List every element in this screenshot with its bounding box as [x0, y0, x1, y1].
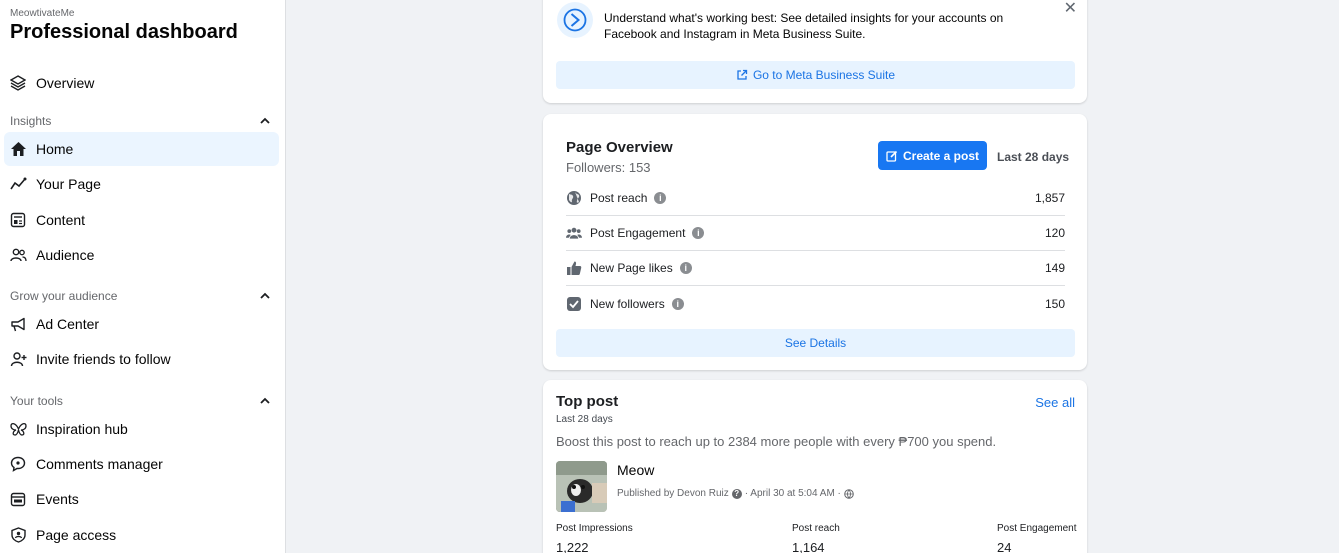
edit-icon [886, 150, 898, 162]
sidebar-item-label: Page access [36, 527, 117, 543]
butterfly-icon [9, 420, 27, 438]
section-insights: Insights [10, 114, 52, 128]
add-person-icon [9, 350, 27, 368]
sidebar-item-label: Ad Center [36, 316, 100, 332]
create-post-button[interactable]: Create a post [878, 141, 987, 170]
sidebar-item-label: Your Page [36, 176, 101, 192]
sidebar-item-label: Audience [36, 247, 95, 263]
button-label: Go to Meta Business Suite [752, 68, 896, 82]
stat-value: 1,164 [792, 540, 825, 553]
metric-post-engagement: Post Engagement i 120 [566, 216, 1065, 251]
globe-icon [844, 488, 854, 499]
post-title[interactable]: Meow [617, 462, 654, 478]
post-meta: Published by Devon Ruiz ? · April 30 at … [617, 488, 854, 499]
sidebar-item-ad-center[interactable]: Ad Center [4, 307, 279, 341]
button-label: Create a post [902, 148, 980, 163]
page-overview-card: Page Overview Followers: 153 Create a po… [543, 114, 1087, 370]
people-icon [566, 225, 582, 241]
see-details-button[interactable]: See Details [556, 329, 1075, 357]
sidebar-item-events[interactable]: Events [4, 482, 279, 516]
metric-value: 1,857 [1034, 191, 1065, 205]
section-grow: Grow your audience [10, 289, 118, 303]
sidebar: MeowtivateMe Professional dashboard Over… [0, 0, 286, 553]
date-range: Last 28 days [997, 150, 1070, 164]
see-all-link[interactable]: See all [1035, 395, 1075, 410]
stat-value: 24 [997, 540, 1012, 553]
sidebar-item-label: Invite friends to follow [36, 351, 171, 367]
thumbs-up-icon [566, 260, 582, 276]
sidebar-item-label: Inspiration hub [36, 421, 128, 437]
info-icon[interactable]: i [671, 297, 684, 310]
sidebar-item-label: Events [36, 491, 79, 507]
followers-count: Followers: 153 [566, 160, 651, 175]
sidebar-item-inspiration-hub[interactable]: Inspiration hub [4, 412, 279, 446]
go-to-business-suite-button[interactable]: Go to Meta Business Suite [556, 61, 1075, 89]
info-icon[interactable]: i [654, 192, 667, 204]
sidebar-item-label: Comments manager [36, 456, 163, 472]
metric-label: New Page likes [590, 261, 673, 275]
shield-icon [9, 526, 27, 544]
close-icon[interactable]: ✕ [1064, 0, 1077, 18]
business-suite-banner: Understand what's working best: See deta… [543, 0, 1087, 103]
sidebar-item-your-page[interactable]: Your Page [4, 167, 279, 201]
page-name: MeowtivateMe [10, 8, 75, 19]
globe-icon [566, 190, 582, 206]
trend-icon [9, 175, 27, 193]
sidebar-item-content[interactable]: Content [4, 203, 279, 237]
sidebar-item-invite-friends[interactable]: Invite friends to follow [4, 342, 279, 376]
info-icon[interactable]: i [692, 227, 705, 239]
metric-label: New followers [590, 296, 665, 311]
sidebar-item-label: Overview [36, 75, 95, 91]
people-icon [9, 246, 27, 264]
megaphone-icon [9, 315, 27, 333]
stat-label: Post reach [792, 523, 840, 534]
home-icon [9, 140, 27, 158]
chevron-up-icon[interactable] [259, 115, 271, 127]
comment-icon [9, 455, 27, 473]
sidebar-item-label: Content [36, 212, 86, 228]
layers-icon [9, 74, 27, 92]
calendar-icon [9, 490, 27, 508]
publisher: Published by Devon Ruiz [617, 488, 729, 499]
stat-value: 1,222 [556, 540, 589, 553]
boost-message: Boost this post to reach up to 2384 more… [556, 434, 997, 449]
section-tools: Your tools [10, 394, 63, 408]
sidebar-item-audience[interactable]: Audience [4, 238, 279, 272]
help-icon[interactable]: ? [731, 488, 742, 499]
post-date: · April 30 at 5:04 AM · [744, 488, 841, 499]
cat-photo [556, 461, 607, 512]
content-icon [9, 211, 27, 229]
page-overview-title: Page Overview [566, 139, 673, 156]
sidebar-item-overview[interactable]: Overview [4, 66, 279, 100]
dashboard-title: Professional dashboard [10, 21, 238, 43]
business-suite-icon [557, 2, 593, 38]
stat-label: Post Impressions [556, 523, 633, 534]
external-link-icon [737, 69, 748, 80]
metric-label: Post Engagement [590, 226, 686, 240]
sidebar-item-label: Home [36, 141, 74, 157]
info-icon[interactable]: i [679, 262, 692, 274]
metric-value: 120 [1044, 226, 1065, 240]
metric-value: 149 [1044, 261, 1065, 275]
top-post-card: Top post See all Last 28 days Boost this… [543, 380, 1087, 553]
sidebar-item-page-access[interactable]: Page access [4, 518, 279, 552]
metric-post-reach: Post reach i 1,857 [566, 181, 1065, 216]
metric-label: Post reach [590, 191, 648, 205]
post-thumbnail[interactable] [556, 461, 607, 512]
check-box-icon [566, 296, 582, 312]
metric-new-page-likes: New Page likes i 149 [566, 251, 1065, 286]
banner-message: Understand what's working best: See deta… [604, 11, 1004, 41]
top-post-title: Top post [556, 393, 619, 410]
sidebar-item-comments-manager[interactable]: Comments manager [4, 447, 279, 481]
metric-new-followers: New followers i 150 [566, 286, 1065, 321]
sidebar-item-home[interactable]: Home [4, 132, 279, 166]
chevron-up-icon[interactable] [259, 395, 271, 407]
chevron-up-icon[interactable] [259, 290, 271, 302]
top-post-range: Last 28 days [556, 414, 613, 425]
metric-value: 150 [1044, 296, 1065, 311]
stat-label: Post Engagement [997, 523, 1077, 534]
